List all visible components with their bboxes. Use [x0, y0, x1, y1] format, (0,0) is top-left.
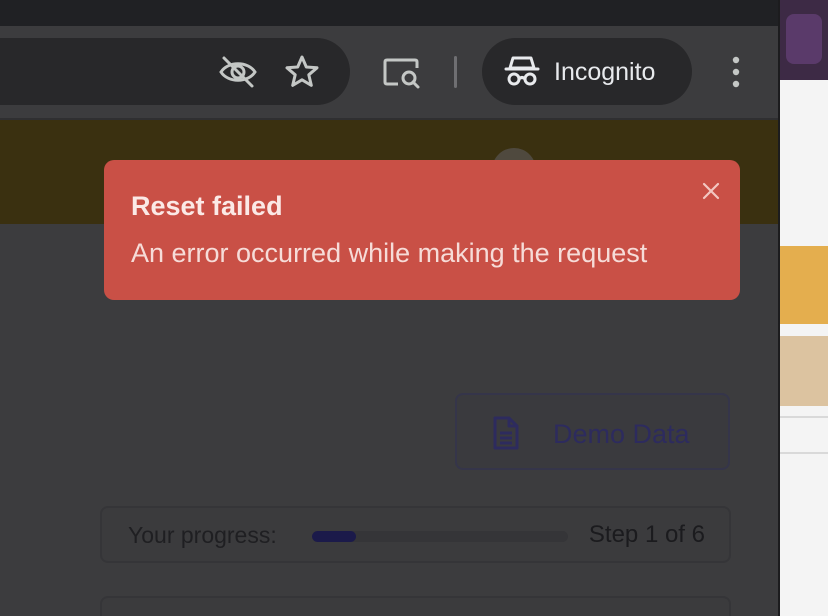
demo-data-button[interactable]: Demo Data: [455, 393, 730, 470]
background-window-beige-block: [780, 336, 828, 406]
progress-bar-fill: [312, 531, 356, 542]
toolbar-divider: [454, 56, 457, 88]
progress-label: Your progress:: [128, 522, 277, 548]
star-icon[interactable]: [284, 54, 320, 90]
progress-step-text: Step 1 of 6: [588, 521, 705, 548]
close-icon[interactable]: [700, 180, 722, 202]
incognito-label: Incognito: [554, 58, 656, 86]
content-card: [100, 596, 731, 616]
toast-message: An error occurred while making the reque…: [131, 238, 648, 268]
browser-toolbar: Incognito: [0, 26, 780, 120]
more-vert-icon[interactable]: [726, 54, 746, 90]
document-icon: [491, 415, 521, 456]
background-window: [780, 0, 828, 616]
background-window-divider: [780, 416, 828, 418]
screen: Incognito Demo Data Your progress: Step …: [0, 0, 828, 616]
background-window-header: [780, 0, 828, 80]
demo-data-label: Demo Data: [553, 419, 690, 449]
incognito-icon: [504, 54, 540, 88]
background-window-orange-block: [780, 246, 828, 324]
incognito-badge[interactable]: Incognito: [482, 38, 692, 105]
cast-search-icon[interactable]: [382, 54, 422, 90]
toast-title: Reset failed: [131, 191, 283, 221]
error-toast: Reset failed An error occurred while mak…: [104, 160, 740, 300]
background-window-button: [786, 14, 822, 64]
background-window-divider: [780, 452, 828, 454]
progress-bar: [312, 531, 568, 542]
eye-off-icon[interactable]: [218, 54, 258, 90]
tab-strip: [0, 0, 780, 26]
progress-card: Your progress: Step 1 of 6: [100, 506, 731, 563]
